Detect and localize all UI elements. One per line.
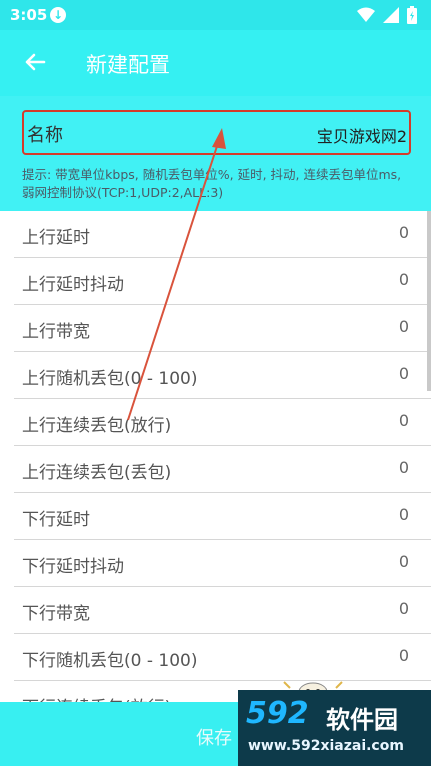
download-icon: ↓: [50, 7, 66, 23]
name-value[interactable]: 宝贝游戏网2: [317, 123, 407, 147]
list-item[interactable]: 上行连续丢包(丢包) 0: [14, 446, 431, 493]
row-label: 上行延时: [22, 228, 90, 248]
signal-icon: [383, 7, 399, 23]
row-value[interactable]: 0: [399, 317, 409, 336]
row-value[interactable]: 0: [399, 270, 409, 289]
save-button[interactable]: 保存: [196, 724, 232, 750]
settings-list: 上行延时 0 上行延时抖动 0 上行带宽 0 上行随机丢包(0 - 100) 0 上行连…: [0, 211, 431, 728]
row-value[interactable]: 0: [399, 458, 409, 477]
watermark: 592 软件园 www.592xiazai.com: [238, 690, 431, 766]
row-label: 下行延时抖动: [22, 557, 124, 577]
row-label: 上行连续丢包(放行): [22, 416, 172, 436]
app-bar: 新建配置: [0, 30, 431, 96]
row-value[interactable]: 0: [399, 411, 409, 430]
hint-text: 提示: 带宽单位kbps, 随机丢包单位%, 延时, 抖动, 连续丢包单位ms,…: [22, 167, 402, 200]
config-header: 名称 宝贝游戏网2 提示: 带宽单位kbps, 随机丢包单位%, 延时, 抖动,…: [0, 96, 431, 211]
row-label: 上行随机丢包(0 - 100): [22, 369, 198, 389]
list-item[interactable]: 上行连续丢包(放行) 0: [14, 399, 431, 446]
row-value[interactable]: 0: [399, 599, 409, 618]
list-item[interactable]: 上行延时抖动 0: [14, 258, 431, 305]
list-item[interactable]: 下行随机丢包(0 - 100) 0: [14, 634, 431, 681]
row-label: 下行随机丢包(0 - 100): [22, 651, 198, 671]
scrollbar[interactable]: [427, 211, 431, 391]
row-label: 下行带宽: [22, 604, 90, 624]
battery-icon: [407, 6, 417, 24]
watermark-number: 592: [246, 696, 309, 731]
watermark-brand: 软件园: [326, 706, 398, 734]
list-item[interactable]: 下行延时 0: [14, 493, 431, 540]
row-value[interactable]: 0: [399, 505, 409, 524]
wifi-icon: [357, 7, 375, 22]
watermark-url: www.592xiazai.com: [248, 738, 404, 754]
list-item[interactable]: 上行随机丢包(0 - 100) 0: [14, 352, 431, 399]
row-label: 下行延时: [22, 510, 90, 530]
row-value[interactable]: 0: [399, 223, 409, 242]
row-label: 上行延时抖动: [22, 275, 124, 295]
status-icons: [357, 6, 417, 24]
list-item[interactable]: 下行延时抖动 0: [14, 540, 431, 587]
row-value[interactable]: 0: [399, 364, 409, 383]
row-value[interactable]: 0: [399, 552, 409, 571]
row-label: 上行连续丢包(丢包): [22, 463, 172, 483]
list-item[interactable]: 下行带宽 0: [14, 587, 431, 634]
list-item[interactable]: 上行延时 0: [14, 211, 431, 258]
page-title: 新建配置: [86, 53, 170, 77]
row-value[interactable]: 0: [399, 646, 409, 665]
name-label: 名称: [27, 125, 63, 146]
name-field[interactable]: 名称 宝贝游戏网2: [22, 110, 411, 155]
arrow-left-icon[interactable]: [20, 47, 50, 77]
status-time: 3:05: [10, 6, 48, 24]
status-bar: 3:05 ↓: [0, 0, 431, 30]
row-label: 上行带宽: [22, 322, 90, 342]
list-item[interactable]: 上行带宽 0: [14, 305, 431, 352]
